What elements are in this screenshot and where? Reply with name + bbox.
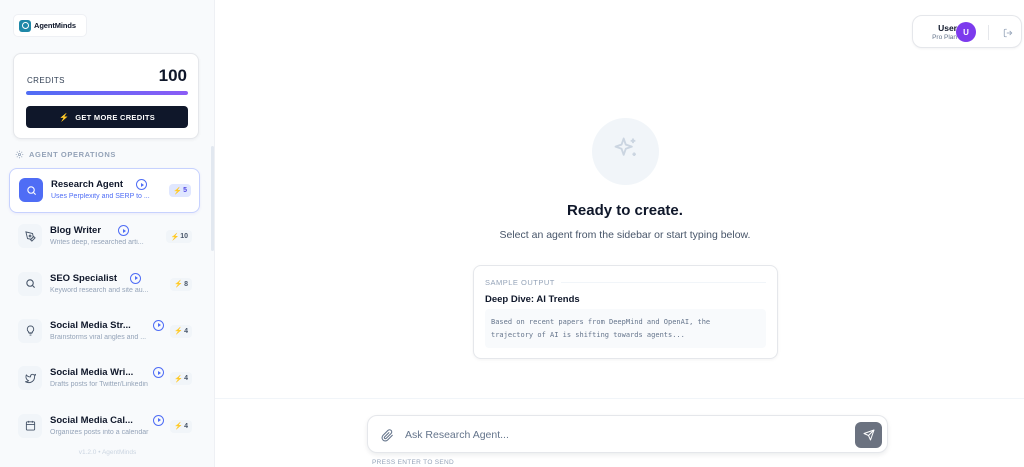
brand-name: AgentMinds — [34, 21, 76, 30]
get-more-credits-button[interactable]: ⚡ GET MORE CREDITS — [26, 106, 188, 128]
agent-cost-badge: ⚡ 8 — [170, 277, 192, 291]
sample-line-2: trajectory of AI is shifting towards age… — [491, 331, 685, 339]
gear-icon — [15, 150, 24, 159]
agent-description: Uses Perplexity and SERP to ... — [51, 193, 150, 200]
agent-cost-badge: ⚡ 10 — [166, 230, 192, 244]
chat-input[interactable] — [405, 425, 845, 445]
agent-name: SEO Specialist — [50, 272, 118, 284]
play-icon[interactable] — [153, 367, 164, 379]
sidebar-item-social-media-str[interactable]: Social Media Str... Brainstorms viral an… — [9, 310, 200, 355]
play-icon[interactable] — [153, 319, 164, 331]
agent-name: Social Media Cal... — [50, 414, 133, 426]
agent-name: Social Media Str... — [50, 319, 131, 331]
sample-output-card: SAMPLE OUTPUT Deep Dive: AI Trends Based… — [473, 265, 778, 359]
credits-progress-fill — [26, 91, 188, 95]
agent-description: Drafts posts for Twitter/Linkedin — [50, 381, 148, 389]
sparkles-icon — [612, 135, 640, 168]
credits-card: CREDITS 100 ⚡ GET MORE CREDITS — [13, 53, 199, 139]
chat-composer — [367, 415, 888, 453]
brand-logo[interactable]: AgentMinds — [14, 15, 86, 36]
user-divider — [988, 25, 989, 40]
sidebar-item-blog-writer[interactable]: Blog Writer Writes deep, researched arti… — [9, 215, 200, 260]
agent-description: Keyword research and site au... — [50, 286, 149, 294]
send-hint: PRESS ENTER TO SEND — [372, 459, 455, 466]
sidebar-item-seo-specialist[interactable]: SEO Specialist Keyword research and site… — [9, 263, 200, 308]
agent-operations-label: AGENT OPERATIONS — [29, 150, 116, 159]
play-icon[interactable] — [136, 179, 147, 190]
lightning-icon: ⚡ — [174, 281, 184, 289]
agent-name: Social Media Wri... — [50, 367, 134, 379]
search-icon — [18, 271, 42, 296]
credits-label: CREDITS — [27, 76, 65, 85]
lightning-icon: ⚡ — [173, 187, 183, 195]
agent-cost-value: 4 — [184, 375, 188, 383]
sample-title: Deep Dive: AI Trends — [485, 294, 580, 305]
lightning-icon: ⚡ — [170, 233, 180, 241]
user-menu[interactable]: User Pro Plan U — [912, 15, 1022, 48]
agent-name: Blog Writer — [50, 225, 102, 237]
get-more-credits-label: GET MORE CREDITS — [75, 112, 156, 122]
pen-icon — [18, 224, 42, 249]
sidebar-scrollbar[interactable] — [211, 146, 214, 251]
agent-description: Brainstorms viral angles and ... — [50, 333, 147, 341]
agent-cost-badge: ⚡ 4 — [170, 419, 192, 433]
sidebar: AgentMinds CREDITS 100 ⚡ GET MORE CREDIT… — [0, 0, 215, 467]
lightning-icon: ⚡ — [174, 423, 184, 430]
search-icon — [19, 178, 43, 202]
paperclip-icon[interactable] — [380, 428, 394, 442]
lightbulb-icon — [18, 318, 42, 343]
sample-line-1: Based on recent papers from DeepMind and… — [491, 318, 711, 326]
sample-output-label: SAMPLE OUTPUT — [485, 278, 561, 287]
agent-cost-badge: ⚡ 4 — [170, 324, 192, 338]
agent-description: Organizes posts into a calendar — [50, 428, 149, 436]
lightning-icon: ⚡ — [174, 328, 184, 336]
sidebar-item-research-agent[interactable]: Research Agent Uses Perplexity and SERP … — [9, 168, 200, 213]
play-icon[interactable] — [130, 272, 141, 284]
play-icon[interactable] — [153, 414, 164, 426]
user-name: User — [938, 23, 957, 33]
logout-icon[interactable] — [1001, 26, 1014, 39]
lightning-icon: ⚡ — [58, 112, 70, 122]
play-icon[interactable] — [118, 225, 129, 237]
lightning-icon: ⚡ — [174, 375, 184, 383]
agent-name: Research Agent — [51, 179, 123, 190]
avatar[interactable]: U — [956, 22, 976, 42]
credits-progress-bar — [26, 91, 188, 95]
logo-icon — [19, 19, 31, 32]
sparkles-badge — [592, 118, 659, 185]
page-title: Ready to create. — [567, 202, 683, 219]
user-plan: Pro Plan — [932, 34, 957, 41]
twitter-icon — [18, 366, 42, 391]
sample-excerpt: Based on recent papers from DeepMind and… — [485, 309, 766, 348]
calendar-icon — [18, 413, 42, 438]
composer-divider — [215, 398, 1024, 399]
agent-operations-heading: AGENT OPERATIONS — [15, 150, 116, 159]
sidebar-item-social-media-wri[interactable]: Social Media Wri... Drafts posts for Twi… — [9, 357, 200, 402]
app-version: v1.2.0 • AgentMinds — [78, 449, 137, 456]
agent-cost-badge: ⚡ 4 — [170, 372, 192, 386]
send-button[interactable] — [855, 422, 882, 448]
agent-cost-value: 5 — [183, 187, 187, 194]
agent-cost-value: 4 — [184, 327, 188, 335]
sidebar-item-social-media-cal[interactable]: Social Media Cal... Organizes posts into… — [9, 405, 200, 450]
page-subtitle: Select an agent from the sidebar or star… — [499, 229, 751, 241]
agent-cost-badge: ⚡ 5 — [169, 184, 191, 197]
agent-description: Writes deep, researched arti... — [50, 239, 144, 247]
credits-value: 100 — [158, 66, 187, 85]
agent-cost-value: 8 — [184, 280, 188, 288]
agent-cost-value: 10 — [180, 233, 188, 241]
agent-cost-value: 4 — [184, 422, 188, 430]
